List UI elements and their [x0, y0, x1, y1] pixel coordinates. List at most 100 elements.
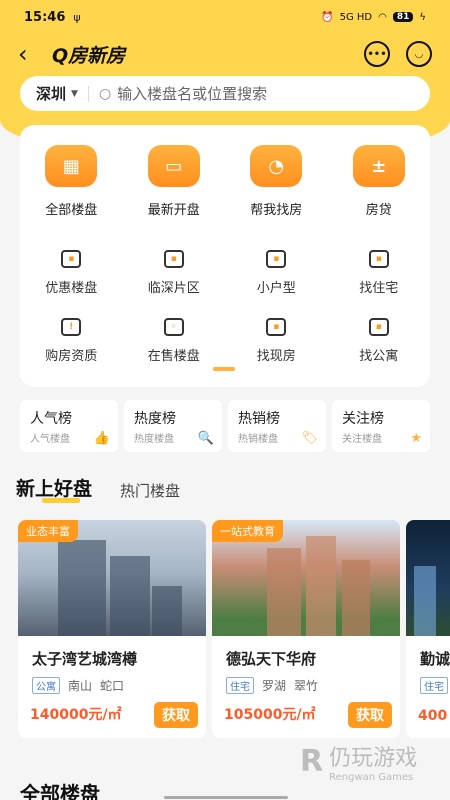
- door-icon: ▪: [266, 318, 287, 336]
- sub-category-residence[interactable]: ▪ 找住宅: [328, 250, 431, 296]
- property-name: 太子湾艺城湾樽: [32, 650, 138, 668]
- tab-hot[interactable]: 热门楼盘: [120, 480, 180, 501]
- grid-icon: ▦: [45, 145, 98, 187]
- property-price: 400: [418, 708, 448, 724]
- property-image: 业态丰富: [18, 520, 206, 636]
- tag-icon: 🏷: [301, 431, 318, 446]
- page-indicator: [213, 367, 235, 371]
- divider: [87, 85, 89, 102]
- ranking-title: 热度榜: [134, 411, 176, 427]
- section-tabs: 新上好盘 热门楼盘: [16, 474, 180, 503]
- ranking-follow[interactable]: 关注榜 关注楼盘 ★: [332, 400, 430, 452]
- tag-icon: ◦: [163, 318, 184, 336]
- sub-category-label: 在售楼盘: [147, 349, 200, 364]
- get-button[interactable]: 获取: [154, 702, 198, 728]
- search-input[interactable]: 输入楼盘名或位置搜索: [117, 83, 267, 104]
- watermark-cn: 仍玩游戏: [329, 746, 418, 771]
- sub-category-label: 找住宅: [359, 281, 399, 296]
- back-icon[interactable]: ‹: [18, 40, 46, 68]
- wifi-icon: ◠: [378, 11, 387, 23]
- sub-category-apartment[interactable]: ▪ 找公寓: [328, 318, 431, 364]
- watermark-en: Rengwan Games: [329, 772, 414, 783]
- category-label: 帮我找房: [250, 203, 303, 218]
- calculator-icon: ±: [352, 145, 405, 187]
- sub-category-label: 临深片区: [147, 281, 200, 296]
- ranking-popular[interactable]: 人气榜 人气楼盘 👍: [20, 400, 118, 452]
- tab-new[interactable]: 新上好盘: [16, 474, 92, 503]
- property-meta: 公寓 南山 蛇口: [32, 677, 192, 694]
- calendar-icon: ▭: [147, 145, 200, 187]
- ranking-hot[interactable]: 热度榜 热度楼盘 🔍: [124, 400, 222, 452]
- search-icon: 🔍: [197, 431, 214, 446]
- badge-icon: !: [61, 318, 82, 336]
- sub-category-discount[interactable]: ▪ 优惠楼盘: [20, 250, 123, 296]
- property-tag: 一站式教育: [212, 520, 283, 542]
- property-tag: 业态丰富: [18, 520, 78, 542]
- property-district: 南山: [68, 679, 93, 693]
- ranking-sales[interactable]: 热销榜 热销楼盘 🏷: [228, 400, 326, 452]
- status-time: 15:46: [24, 9, 66, 25]
- ranking-title: 人气榜: [30, 411, 72, 427]
- property-image: 一站式教育: [212, 520, 400, 636]
- app-logo: Q房新房: [52, 44, 126, 67]
- category-help[interactable]: ◔ 帮我找房: [225, 145, 328, 218]
- chat-icon: ◔: [250, 145, 303, 187]
- property-type: 住宅: [226, 677, 254, 694]
- sub-category-label: 小户型: [256, 281, 296, 296]
- rankings: 人气榜 人气楼盘 👍 热度榜 热度楼盘 🔍 热销榜 热销楼盘 🏷 关注榜 关注楼…: [20, 400, 430, 452]
- sub-category-ready[interactable]: ▪ 找现房: [225, 318, 328, 364]
- sub-category-nearby[interactable]: ▪ 临深片区: [123, 250, 226, 296]
- sub-category-label: 购房资质: [45, 349, 98, 364]
- status-right: ⏰ 5G HD ◠ 81 ϟ: [321, 12, 426, 23]
- category-loan[interactable]: ± 房贷: [328, 145, 431, 218]
- category-card: ▦ 全部楼盘 ▭ 最新开盘 ◔ 帮我找房 ± 房贷 ▪ 优惠楼盘 ▪ 临深片区 ▪ 小…: [20, 125, 430, 387]
- charging-icon: ϟ: [419, 11, 426, 23]
- sub-category-qualify[interactable]: ! 购房资质: [20, 318, 123, 364]
- ranking-subtitle: 关注楼盘: [342, 434, 382, 445]
- apartment-icon: ▪: [368, 318, 389, 336]
- thumb-icon: 👍: [93, 431, 110, 446]
- property-name: 德弘天下华府: [226, 650, 317, 668]
- search-icon: ○: [98, 85, 112, 102]
- floorplan-icon: ▪: [266, 250, 287, 268]
- get-button[interactable]: 获取: [348, 702, 392, 728]
- user-icon[interactable]: ◡: [406, 41, 432, 67]
- alarm-icon: ⏰: [321, 11, 334, 23]
- home-indicator[interactable]: [164, 796, 288, 799]
- category-label: 最新开盘: [147, 203, 200, 218]
- section-title-all: 全部楼盘: [20, 782, 100, 800]
- property-card[interactable]: 一站式教育 德弘天下华府 住宅 罗湖 翠竹 105000元/㎡ 获取: [212, 520, 400, 738]
- category-label: 房贷: [365, 203, 392, 218]
- property-card[interactable]: 勤诚 住宅 400: [406, 520, 450, 738]
- main-categories: ▦ 全部楼盘 ▭ 最新开盘 ◔ 帮我找房 ± 房贷: [20, 145, 430, 218]
- property-meta: 住宅: [420, 677, 450, 694]
- city-selector[interactable]: 深圳: [36, 83, 66, 104]
- sub-category-label: 优惠楼盘: [45, 281, 98, 296]
- property-list: 业态丰富 太子湾艺城湾樽 公寓 南山 蛇口 140000元/㎡ 获取 一站式教育…: [18, 520, 450, 740]
- chat-icon[interactable]: •••: [364, 41, 390, 67]
- ranking-title: 热销榜: [238, 411, 280, 427]
- property-area: 翠竹: [294, 679, 319, 693]
- house-icon: ▪: [368, 250, 389, 268]
- property-card[interactable]: 业态丰富 太子湾艺城湾樽 公寓 南山 蛇口 140000元/㎡ 获取: [18, 520, 206, 738]
- sub-category-onsale[interactable]: ◦ 在售楼盘: [123, 318, 226, 364]
- battery-indicator: 81: [392, 12, 414, 22]
- building-icon: ▪: [163, 250, 184, 268]
- property-type: 公寓: [32, 677, 60, 694]
- sub-categories: ▪ 优惠楼盘 ▪ 临深片区 ▪ 小户型 ▪ 找住宅 ! 购房资质 ◦ 在售楼盘 ▪ 找现房 ▪…: [20, 250, 430, 364]
- property-price: 105000元/㎡: [224, 707, 316, 723]
- property-area: 蛇口: [100, 679, 125, 693]
- watermark-logo: R: [300, 744, 324, 779]
- search-bar[interactable]: 深圳 ▼ ○ 输入楼盘名或位置搜索: [20, 76, 430, 111]
- sub-category-label: 找现房: [256, 349, 296, 364]
- category-all[interactable]: ▦ 全部楼盘: [20, 145, 123, 218]
- property-name: 勤诚: [420, 650, 450, 668]
- sub-category-small[interactable]: ▪ 小户型: [225, 250, 328, 296]
- usb-icon: ψ: [73, 10, 81, 24]
- caret-down-icon[interactable]: ▼: [71, 89, 78, 99]
- category-label: 全部楼盘: [45, 203, 98, 218]
- category-new[interactable]: ▭ 最新开盘: [123, 145, 226, 218]
- network-label: 5G HD: [339, 11, 373, 23]
- coupon-icon: ▪: [61, 250, 82, 268]
- property-image: [406, 520, 450, 636]
